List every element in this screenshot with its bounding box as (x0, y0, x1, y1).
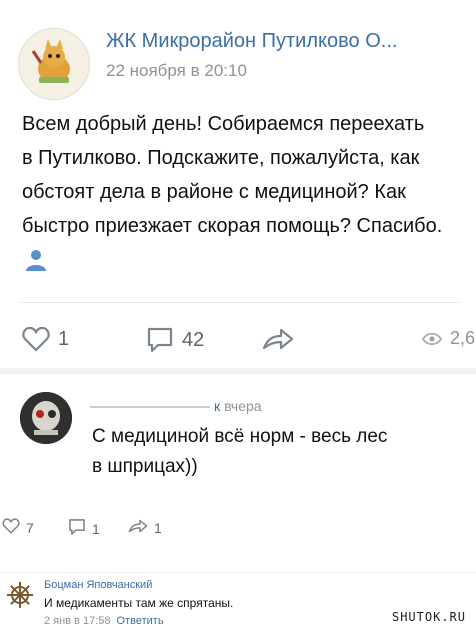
comment-share-count: 1 (154, 519, 162, 536)
heart-icon (22, 326, 50, 352)
cartoon-cat-icon (19, 29, 89, 99)
divider (20, 302, 460, 303)
watermark: SHUTOK.RU (391, 610, 466, 624)
comment-reply-button[interactable]: 1 (68, 518, 100, 539)
comment-time[interactable]: вчера (224, 398, 261, 414)
reply-meta: 2 янв в 17:58 Ответить (44, 615, 164, 627)
community-name[interactable]: ЖК Микрорайон Путилково О... (106, 30, 397, 53)
comment-reply-count: 1 (92, 520, 100, 537)
comment-icon (146, 326, 174, 354)
post-actions: 1 42 2,6 (0, 320, 476, 360)
comment-text: С медициной всё норм - весь лес в шприца… (92, 426, 388, 477)
reply-author[interactable]: Боцман Яповчанский (44, 579, 152, 591)
eye-icon (422, 332, 442, 346)
post-card: ЖК Микрорайон Путилково О... 22 ноября в… (0, 0, 476, 370)
share-arrow-icon (262, 326, 294, 352)
reply: Боцман Яповчанский И медикаменты там же … (0, 572, 476, 634)
skull-avatar-icon (20, 392, 72, 444)
comment-share-button[interactable]: 1 (128, 518, 162, 537)
comment-count: 42 (182, 328, 205, 351)
reply-link[interactable]: Ответить (117, 615, 164, 627)
comment-icon (68, 518, 86, 539)
comment-button[interactable]: 42 (146, 326, 204, 354)
commenter-name-suffix: к (214, 398, 221, 414)
heart-icon (2, 518, 20, 537)
share-arrow-icon (128, 518, 148, 537)
share-button[interactable] (262, 326, 294, 352)
community-avatar[interactable] (18, 28, 90, 100)
views-counter: 2,6 (422, 328, 475, 349)
like-button[interactable]: 1 (22, 326, 69, 352)
commenter-name[interactable]: к вчера (90, 398, 262, 414)
post-text: Всем добрый день! Собираемся переехать в… (22, 113, 443, 237)
reply-text: И медикаменты там же спрятаны. (44, 596, 234, 610)
ship-wheel-icon[interactable] (6, 581, 34, 609)
redacted-name (90, 406, 210, 409)
views-count: 2,6 (450, 328, 476, 348)
person-icon[interactable] (24, 248, 48, 277)
comment-like-button[interactable]: 7 (2, 518, 34, 537)
post-date[interactable]: 22 ноября в 20:10 (106, 61, 247, 81)
commenter-avatar[interactable] (20, 392, 72, 444)
comment-actions: 7 1 1 (0, 514, 476, 544)
like-count: 1 (58, 327, 70, 350)
reply-time[interactable]: 2 янв в 17:58 (44, 615, 111, 627)
comment-like-count: 7 (26, 519, 34, 536)
comment: к вчера С медициной всё норм - весь лес в… (0, 374, 476, 554)
